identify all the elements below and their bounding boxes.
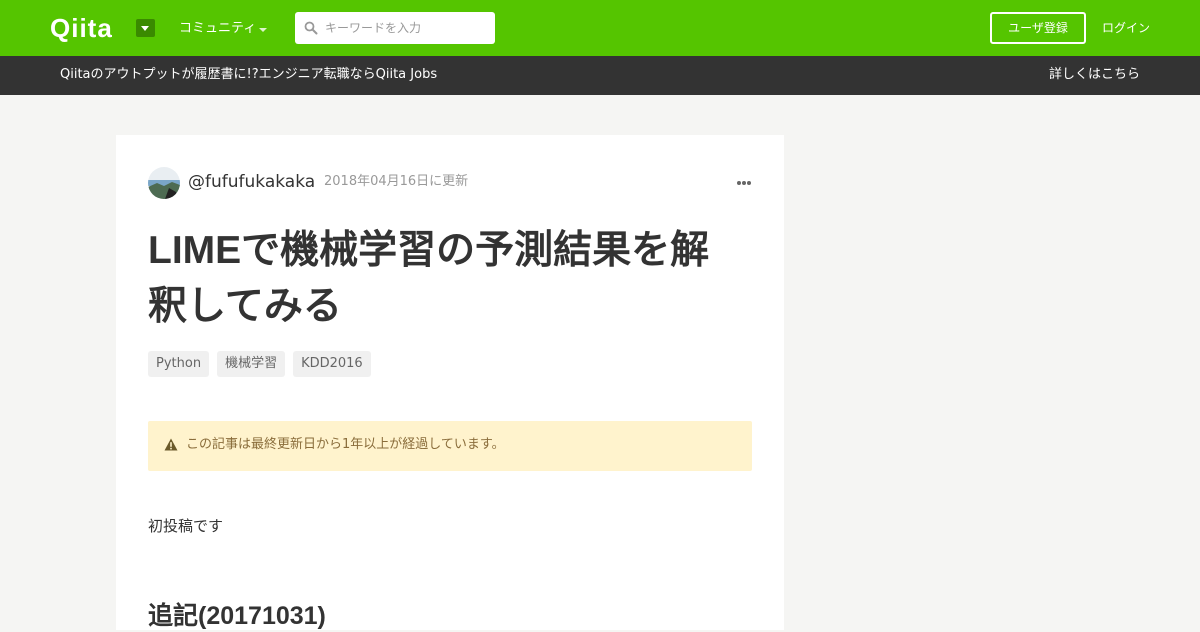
author-name[interactable]: @fufufukakaka — [188, 172, 315, 192]
promo-banner-link[interactable]: 詳しくはこちら — [1049, 67, 1140, 83]
more-options-icon[interactable] — [736, 180, 752, 186]
article-card: @fufufukakaka 2018年04月16日に更新 LIMEで機械学習の予… — [116, 135, 784, 630]
article-title: LIMEで機械学習の予測結果を解釈してみる — [148, 229, 710, 328]
login-link[interactable]: ログイン — [1102, 20, 1150, 36]
community-menu[interactable]: コミュニティ — [179, 21, 256, 37]
search-input[interactable] — [325, 12, 490, 44]
avatar[interactable] — [148, 167, 180, 199]
qiita-logo[interactable]: Qiita — [50, 13, 113, 43]
global-header: Qiita コミュニティ ユーザ登録 ログイン — [0, 0, 1200, 56]
promo-banner: Qiitaのアウトプットが履歴書に!?エンジニア転職ならQiita Jobs 詳… — [0, 56, 1200, 95]
chevron-down-icon — [141, 26, 149, 31]
tag-python[interactable]: Python — [148, 351, 210, 377]
avatar-image — [148, 167, 180, 199]
warning-text: この記事は最終更新日から1年以上が経過しています。 — [186, 437, 505, 452]
article-intro: 初投稿です — [148, 517, 224, 535]
section-heading: 追記(20171031) — [148, 602, 326, 630]
caret-down-icon — [259, 28, 267, 32]
search-box[interactable] — [295, 12, 495, 44]
tag-kdd2016[interactable]: KDD2016 — [293, 351, 371, 377]
updated-date: 2018年04月16日に更新 — [324, 174, 469, 189]
tag-machine-learning[interactable]: 機械学習 — [217, 351, 286, 377]
tag-list: Python 機械学習 KDD2016 — [148, 351, 379, 377]
warning-icon — [164, 438, 178, 451]
promo-banner-text[interactable]: Qiitaのアウトプットが履歴書に!?エンジニア転職ならQiita Jobs — [60, 67, 437, 83]
outdated-warning: この記事は最終更新日から1年以上が経過しています。 — [148, 421, 752, 471]
search-icon — [304, 21, 318, 35]
signup-button[interactable]: ユーザ登録 — [990, 12, 1086, 44]
service-menu-button[interactable] — [136, 19, 155, 37]
